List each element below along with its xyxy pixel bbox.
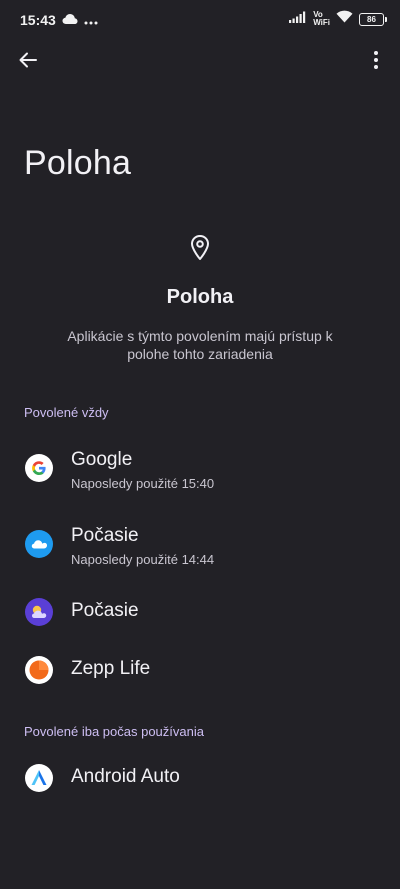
section-header-always: Povolené vždy xyxy=(24,405,109,420)
weather-sun-cloud-icon xyxy=(25,598,53,626)
header-title: Poloha xyxy=(166,286,234,308)
more-options-button[interactable] xyxy=(364,50,388,74)
android-auto-icon xyxy=(25,764,53,792)
vowifi-bottom: WiFi xyxy=(313,18,330,27)
app-text: Google Naposledy použité 15:40 xyxy=(71,449,214,491)
page-title: Poloha xyxy=(24,144,132,182)
app-item-pocasie-2[interactable]: Počasie xyxy=(0,584,400,642)
section-header-while-in-use: Povolené iba počas používania xyxy=(24,724,204,739)
arrow-back-icon xyxy=(18,50,38,75)
weather-cloud-icon xyxy=(25,530,53,558)
app-name: Počasie xyxy=(71,600,139,621)
status-time: 15:43 xyxy=(20,12,56,28)
app-last-used: Naposledy použité 14:44 xyxy=(71,552,215,567)
more-vert-icon xyxy=(373,50,379,75)
app-text: Android Auto xyxy=(71,766,180,788)
signal-icon xyxy=(289,10,307,28)
app-name: Počasie xyxy=(71,525,139,546)
status-system-icons: Vo WiFi 86 xyxy=(289,10,387,28)
app-name: Android Auto xyxy=(71,766,180,787)
zepp-life-icon xyxy=(25,656,53,684)
app-last-used: Naposledy použité 15:40 xyxy=(71,476,215,491)
back-button[interactable] xyxy=(16,50,40,74)
app-name: Zepp Life xyxy=(71,658,151,679)
permission-header: Poloha Aplikácie s týmto povolením majú … xyxy=(0,234,400,363)
app-item-android-auto[interactable]: Android Auto xyxy=(0,750,400,808)
app-item-pocasie-1[interactable]: Počasie Naposledy použité 14:44 xyxy=(0,516,400,574)
status-notification-icons xyxy=(62,12,98,30)
vowifi-indicator: Vo WiFi xyxy=(313,11,330,27)
battery-icon: 86 xyxy=(359,12,387,26)
header-description: Aplikácie s týmto povolením majú prístup… xyxy=(67,328,333,362)
app-text: Zepp Life xyxy=(71,658,150,680)
app-text: Počasie Naposledy použité 14:44 xyxy=(71,525,214,567)
app-item-zepp-life[interactable]: Zepp Life xyxy=(0,642,400,700)
google-icon xyxy=(25,454,53,482)
app-text: Počasie xyxy=(71,600,139,622)
app-item-google[interactable]: Google Naposledy použité 15:40 xyxy=(0,440,400,498)
wifi-icon xyxy=(336,10,353,28)
cloud-icon xyxy=(62,12,78,30)
more-notifications-icon xyxy=(84,12,98,30)
top-app-bar xyxy=(0,40,400,84)
location-pin-icon xyxy=(0,234,400,262)
app-name: Google xyxy=(71,449,133,470)
battery-level: 86 xyxy=(367,14,376,24)
status-bar: 15:43 Vo WiFi 86 xyxy=(0,0,400,40)
